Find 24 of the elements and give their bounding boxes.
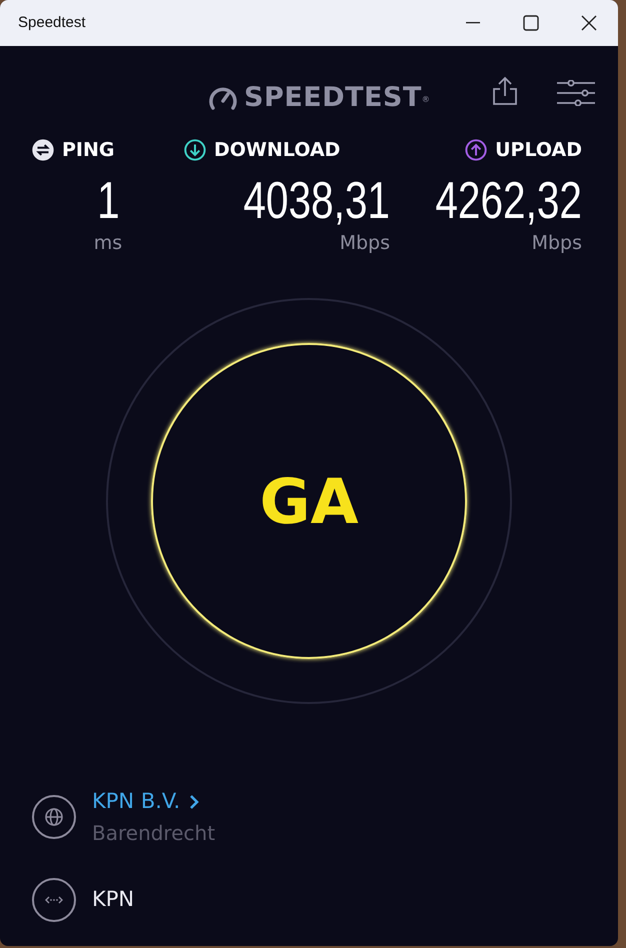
window-title: Speedtest: [18, 12, 87, 33]
stat-value: 1: [96, 174, 120, 226]
go-button[interactable]: GA: [151, 343, 467, 659]
maximize-icon[interactable]: [523, 15, 539, 31]
stat-label: PING: [62, 138, 114, 163]
isp-link[interactable]: KPN B.V.: [92, 786, 216, 818]
globe-icon: [32, 794, 76, 839]
stat-unit: Mbps: [532, 230, 582, 256]
stat-value: 4038,31: [243, 174, 390, 226]
stat-value: 4262,32: [435, 174, 582, 226]
stat-unit: Mbps: [340, 230, 390, 256]
chevron-icon[interactable]: [188, 794, 200, 810]
stat-unit: ms: [94, 230, 122, 256]
close-icon[interactable]: [581, 15, 597, 31]
connection-icon: [32, 878, 76, 922]
speedtest-logo: SPEEDTEST$^{®}$: [244, 81, 430, 115]
minimize-icon[interactable]: [466, 22, 480, 24]
server-name: KPN: [92, 886, 134, 913]
gauge-icon: [208, 85, 238, 112]
settings-icon[interactable]: [557, 80, 595, 106]
stat-label: UPLOAD: [495, 138, 582, 163]
server-location: Barendrecht: [92, 820, 216, 846]
stat-label: DOWNLOAD: [214, 138, 340, 163]
share-icon[interactable]: [492, 76, 518, 106]
